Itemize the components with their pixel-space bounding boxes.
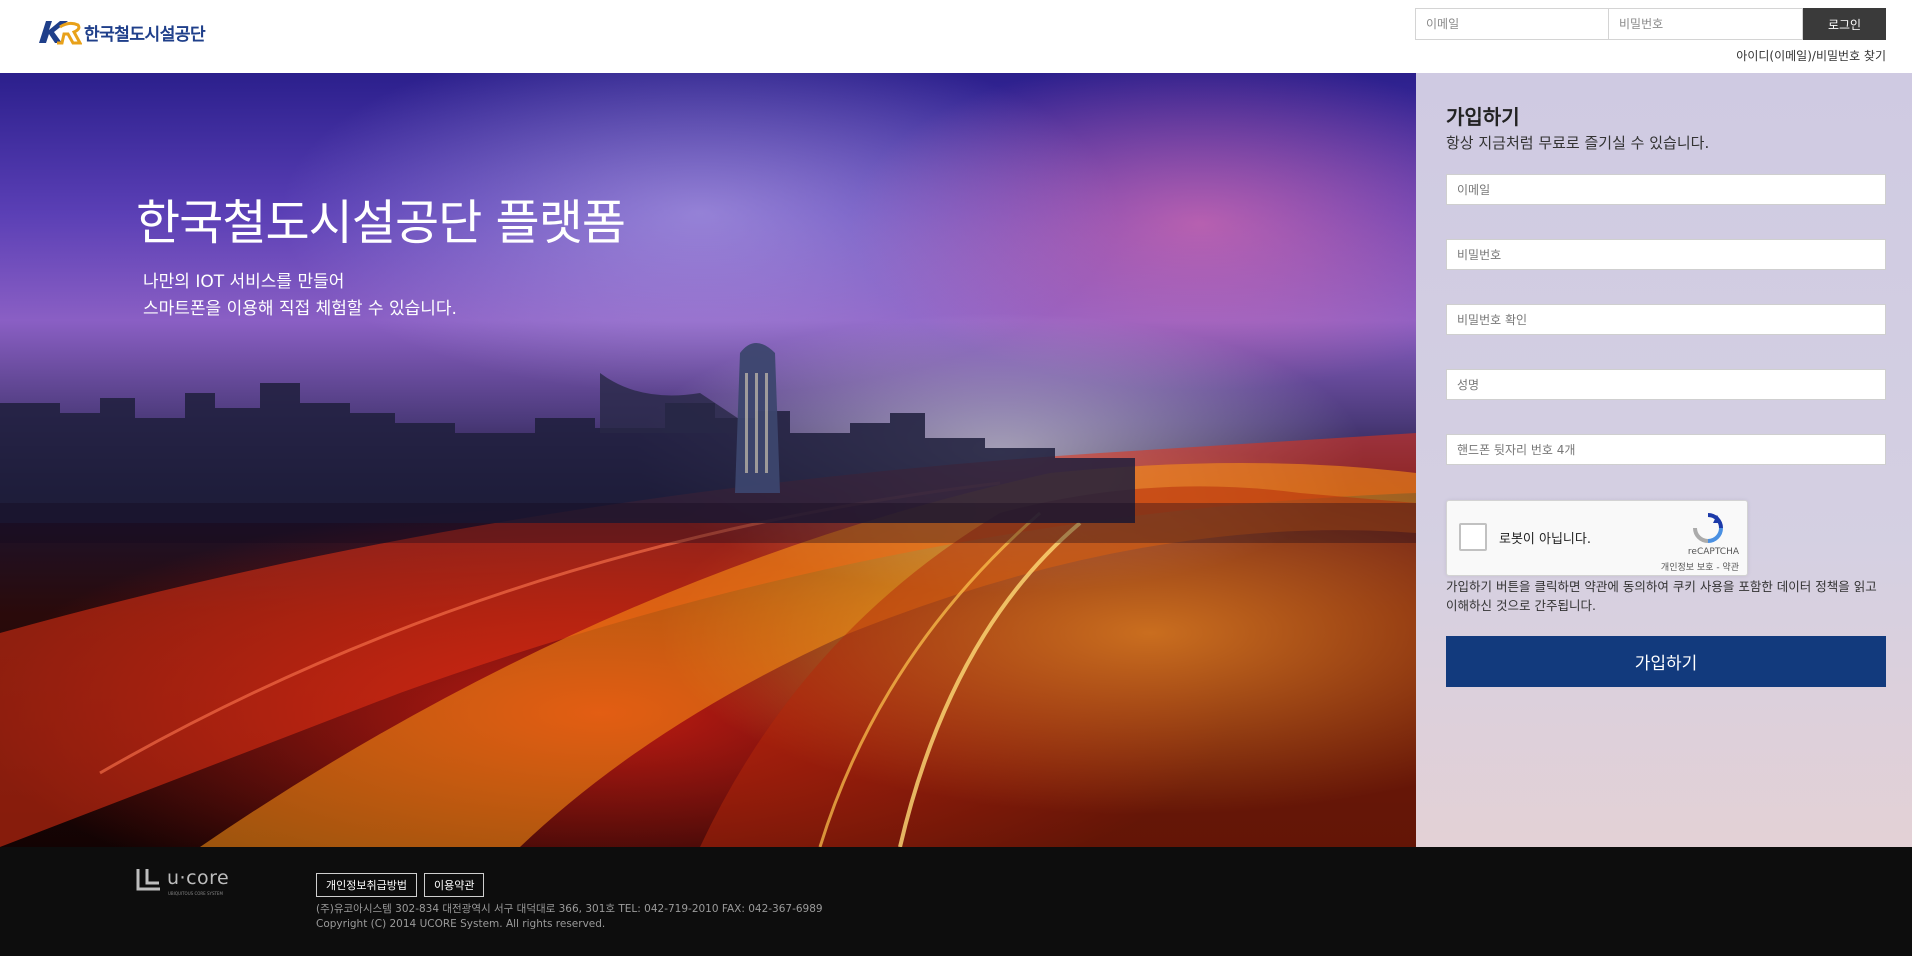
hero-title: 한국철도시설공단 플랫폼 (136, 195, 626, 251)
signup-password-field[interactable] (1446, 239, 1886, 270)
recaptcha-label: 로봇이 아닙니다. (1499, 532, 1591, 547)
footer-copyright: Copyright (C) 2014 UCORE System. All rig… (316, 918, 606, 930)
site-logo[interactable]: 한국철도시설공단 (36, 17, 206, 47)
signup-name-field[interactable] (1446, 369, 1886, 400)
header-email-input[interactable] (1415, 8, 1609, 40)
ucore-logo-tagline: UBIQUITOUS CORE SYSTEM (168, 891, 223, 896)
recaptcha-brand: reCAPTCHA (1687, 547, 1739, 557)
hero-subtitle-line1: 나만의 IOT 서비스를 만들어 (143, 272, 345, 292)
signup-panel: 가입하기 항상 지금처럼 무료로 즐기실 수 있습니다. 로봇이 아닙니다. r… (1416, 73, 1912, 847)
hero-subtitle: 나만의 IOT 서비스를 만들어 스마트폰을 이용해 직접 체험할 수 있습니다… (143, 269, 457, 323)
signup-email-field[interactable] (1446, 174, 1886, 205)
signup-subtitle: 항상 지금처럼 무료로 즐기실 수 있습니다. (1446, 134, 1710, 152)
header-password-input[interactable] (1609, 8, 1803, 40)
hero-subtitle-line2: 스마트폰을 이용해 직접 체험할 수 있습니다. (143, 299, 457, 319)
signup-password-confirm-field[interactable] (1446, 304, 1886, 335)
recaptcha-widget: 로봇이 아닙니다. reCAPTCHA 개인정보 보호 - 약관 (1446, 500, 1748, 576)
signup-phone-field[interactable] (1446, 434, 1886, 465)
top-header: 한국철도시설공단 로그인 아이디(이메일)/비밀번호 찾기 (0, 0, 1912, 73)
signup-submit-button[interactable]: 가입하기 (1446, 636, 1886, 687)
footer-links: 개인정보취급방법 이용약관 (316, 873, 485, 897)
logo-text: 한국철도시설공단 (84, 24, 206, 45)
ucore-logo: u·core UBIQUITOUS CORE SYSTEM (135, 867, 230, 896)
ucore-logo-icon (136, 869, 160, 891)
login-button[interactable]: 로그인 (1803, 8, 1886, 40)
signup-title: 가입하기 (1446, 105, 1520, 129)
privacy-policy-link[interactable]: 개인정보취급방법 (316, 873, 417, 897)
hero-banner: 한국철도시설공단 플랫폼 나만의 IOT 서비스를 만들어 스마트폰을 이용해 … (0, 73, 1416, 847)
ucore-logo-text: u·core (167, 867, 230, 889)
footer: u·core UBIQUITOUS CORE SYSTEM 개인정보취급방법 이… (0, 847, 1912, 956)
footer-address: (주)유코아시스템 302-834 대전광역시 서구 대덕대로 366, 301… (316, 903, 823, 915)
recaptcha-privacy-terms-link[interactable]: 개인정보 보호 - 약관 (1661, 560, 1739, 573)
header-login-form: 로그인 (1415, 8, 1886, 40)
recaptcha-checkbox[interactable] (1459, 523, 1487, 551)
kr-logo-icon (39, 21, 82, 45)
find-account-link[interactable]: 아이디(이메일)/비밀번호 찾기 (1736, 47, 1886, 64)
recaptcha-icon (1693, 513, 1723, 543)
terms-of-use-link[interactable]: 이용약관 (423, 873, 485, 897)
signup-terms-notice: 가입하기 버튼을 클릭하면 약관에 동의하여 쿠키 사용을 포함한 데이터 정책… (1446, 579, 1877, 613)
